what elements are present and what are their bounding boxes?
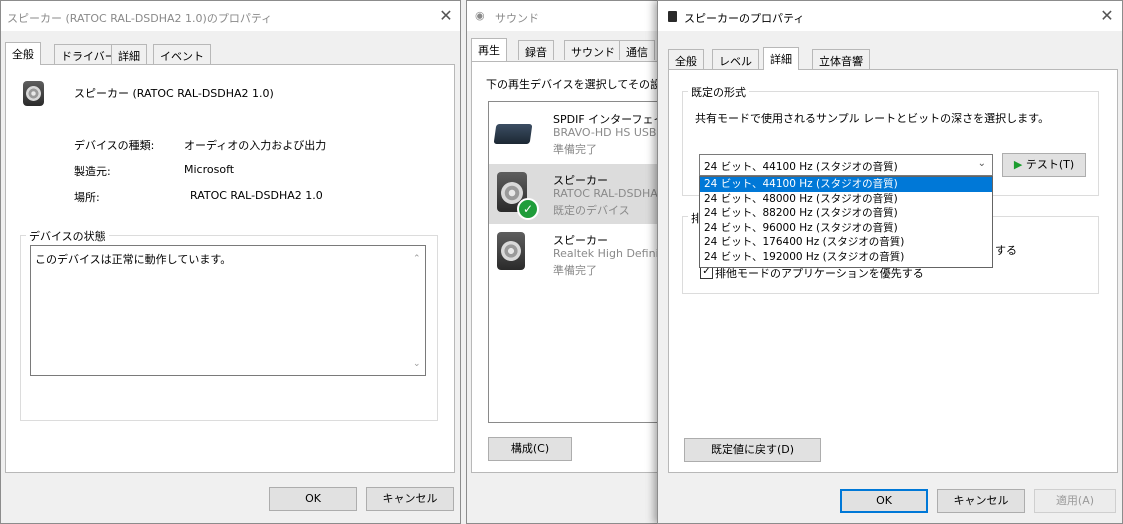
apply-button[interactable]: 適用(A) (1034, 489, 1116, 513)
tab-details[interactable]: 詳細 (111, 44, 147, 64)
device-status-text: このデバイスは正常に動作しています。 (35, 253, 232, 266)
device-status: 準備完了 (553, 143, 597, 156)
tab-general[interactable]: 全般 (5, 42, 41, 65)
location-label: 場所: (74, 191, 100, 204)
device-list[interactable]: SPDIF インターフェイス BRAVO-HD HS USB 準備完了 ✓ スピ… (488, 101, 666, 423)
device-item-speaker-realtek[interactable]: スピーカー Realtek High Definit 準備完了 (489, 228, 665, 284)
device-item-spdif[interactable]: SPDIF インターフェイス BRAVO-HD HS USB 準備完了 (489, 108, 666, 166)
device-desc: BRAVO-HD HS USB (553, 126, 657, 139)
title-bar: ◉ サウンド (467, 1, 665, 31)
device-status: 既定のデバイス (553, 204, 630, 217)
device-desc: RATOC RAL-DSDHA (553, 187, 658, 200)
playback-instruction: 下の再生デバイスを選択してその設定 (486, 78, 666, 91)
tab-advanced[interactable]: 詳細 (763, 47, 799, 70)
speaker-icon (497, 232, 525, 270)
cancel-button[interactable]: キャンセル (366, 487, 454, 511)
window-title: スピーカーのプロパティ (684, 12, 805, 25)
device-name: SPDIF インターフェイス (553, 113, 666, 126)
play-icon: ▶ (1013, 158, 1023, 171)
speaker-properties-window: スピーカーのプロパティ ✕ 全般 レベル 詳細 立体音響 既定の形式 共有モード… (657, 0, 1123, 524)
exclusive-allow-text: する (995, 244, 1017, 257)
format-option[interactable]: 24 ビット、192000 Hz (スタジオの音質) (700, 250, 992, 265)
spdif-device-icon (493, 124, 533, 144)
device-status-label: デバイスの状態 (26, 228, 109, 244)
location-value: RATOC RAL-DSDHA2 1.0 (190, 189, 323, 202)
speaker-icon (23, 81, 44, 106)
format-option[interactable]: 24 ビット、88200 Hz (スタジオの音質) (700, 206, 992, 221)
close-icon[interactable]: ✕ (437, 7, 455, 25)
default-device-check-icon: ✓ (517, 198, 539, 220)
manufacturer-label: 製造元: (74, 165, 111, 178)
format-option[interactable]: 24 ビット、176400 Hz (スタジオの音質) (700, 235, 992, 250)
manufacturer-value: Microsoft (184, 163, 235, 176)
general-panel: スピーカー (RATOC RAL-DSDHA2 1.0) デバイスの種類: オー… (5, 64, 455, 473)
cancel-button[interactable]: キャンセル (937, 489, 1025, 513)
tab-playback[interactable]: 再生 (471, 38, 507, 61)
window-title: サウンド (495, 12, 539, 25)
title-bar: スピーカー (RATOC RAL-DSDHA2 1.0)のプロパティ ✕ (1, 1, 460, 31)
speaker-small-icon (668, 11, 677, 22)
format-option[interactable]: 24 ビット、44100 Hz (スタジオの音質) (700, 177, 992, 192)
window-title: スピーカー (RATOC RAL-DSDHA2 1.0)のプロパティ (7, 12, 273, 25)
device-status: 準備完了 (553, 264, 597, 277)
device-name: スピーカー (553, 174, 608, 187)
default-format-label: 既定の形式 (688, 84, 749, 100)
device-desc: Realtek High Definit (553, 247, 663, 260)
advanced-panel: 既定の形式 共有モードで使用されるサンプル レートとビットの深さを選択します。 … (668, 69, 1118, 473)
sound-icon: ◉ (475, 9, 485, 22)
device-type-label: デバイスの種類: (74, 139, 155, 152)
tab-recording[interactable]: 録音 (518, 40, 554, 60)
format-select[interactable]: 24 ビット、44100 Hz (スタジオの音質) ⌄ (699, 154, 993, 176)
device-status-box: このデバイスは正常に動作しています。 ⌃ ⌄ (30, 245, 426, 376)
test-button-label: テスト(T) (1025, 158, 1075, 171)
chevron-down-icon: ⌄ (977, 158, 986, 169)
device-properties-window: スピーカー (RATOC RAL-DSDHA2 1.0)のプロパティ ✕ 全般 … (0, 0, 461, 524)
tab-strip: 全般 レベル 詳細 立体音響 (668, 47, 1118, 70)
sound-window: ◉ サウンド 再生 録音 サウンド 通信 下の再生デバイスを選択してその設定 S… (466, 0, 666, 524)
default-format-description: 共有モードで使用されるサンプル レートとビットの深さを選択します。 (695, 112, 1050, 125)
tab-strip: 再生 録音 サウンド 通信 (471, 38, 665, 61)
restore-defaults-button[interactable]: 既定値に戻す(D) (684, 438, 821, 462)
tab-spatial-sound[interactable]: 立体音響 (812, 49, 870, 69)
playback-panel: 下の再生デバイスを選択してその設定 SPDIF インターフェイス BRAVO-H… (471, 61, 666, 473)
scroll-up-icon[interactable]: ⌃ (413, 254, 421, 264)
tab-levels[interactable]: レベル (712, 49, 759, 69)
status-scrollbar[interactable]: ⌃ ⌄ (409, 246, 425, 375)
tab-general[interactable]: 全般 (668, 49, 704, 69)
title-bar: スピーカーのプロパティ ✕ (658, 1, 1122, 31)
tab-events[interactable]: イベント (153, 44, 211, 64)
format-select-value: 24 ビット、44100 Hz (スタジオの音質) (704, 161, 898, 173)
device-name: スピーカー (RATOC RAL-DSDHA2 1.0) (74, 87, 274, 100)
ok-button[interactable]: OK (840, 489, 928, 513)
tab-strip: 全般 ドライバー 詳細 イベント (5, 42, 455, 65)
test-button[interactable]: ▶ テスト(T) (1002, 153, 1086, 177)
tab-communications[interactable]: 通信 (619, 40, 655, 60)
configure-button[interactable]: 構成(C) (488, 437, 572, 461)
device-item-speaker-ratoc[interactable]: ✓ スピーカー RATOC RAL-DSDHA 既定のデバイス (489, 164, 665, 224)
format-dropdown-list[interactable]: 24 ビット、44100 Hz (スタジオの音質) 24 ビット、48000 H… (699, 176, 993, 268)
format-option[interactable]: 24 ビット、48000 Hz (スタジオの音質) (700, 192, 992, 207)
ok-button[interactable]: OK (269, 487, 357, 511)
format-option[interactable]: 24 ビット、96000 Hz (スタジオの音質) (700, 221, 992, 236)
close-icon[interactable]: ✕ (1098, 7, 1116, 25)
device-type-value: オーディオの入力および出力 (184, 139, 327, 152)
scroll-down-icon[interactable]: ⌄ (413, 359, 421, 369)
tab-sounds[interactable]: サウンド (564, 40, 622, 60)
device-name: スピーカー (553, 234, 608, 247)
